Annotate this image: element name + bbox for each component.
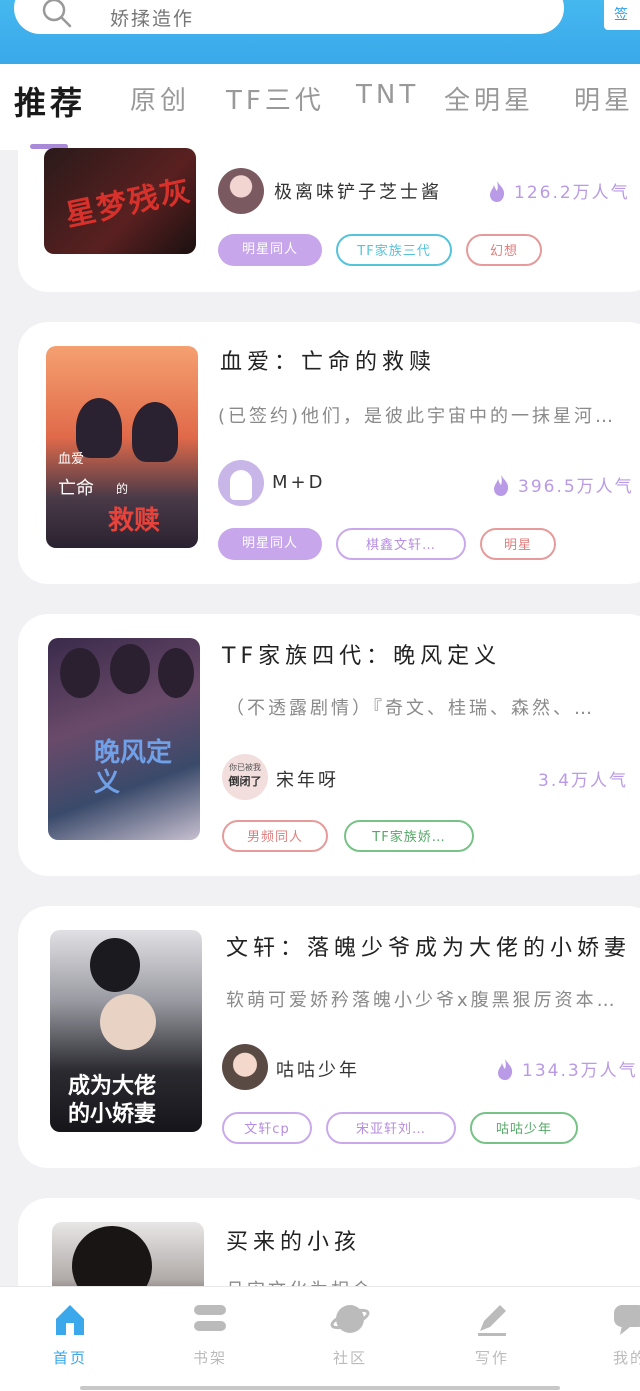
cover-figure: [100, 994, 156, 1050]
popularity: 126.2万人气: [488, 178, 630, 203]
book-card[interactable]: 血爱 亡命 的 救赎 血爱：亡命的救赎 (已签约)他们，是彼此宇宙中的一抹星河……: [18, 322, 640, 584]
book-card[interactable]: 晚风定义 TF家族四代：晚风定义 （不透露剧情）『奇文、桂瑞、森然、… 你已被我…: [18, 614, 640, 876]
popularity-value: 3.4万人气: [538, 771, 629, 791]
book-description: 软萌可爱娇矜落魄小少爷x腹黑狠厉资本…: [226, 990, 618, 1011]
cover-title: 亡命: [58, 478, 94, 499]
cover-title: 血爱: [58, 452, 85, 467]
cover-figure: [60, 648, 100, 698]
tab-all-stars[interactable]: 全明星: [444, 80, 534, 117]
top-bar: 娇揉造作 签: [0, 0, 640, 64]
book-cover: 血爱 亡命 的 救赎: [46, 346, 198, 548]
search-icon: [42, 0, 72, 28]
sign-label: 签: [614, 7, 628, 23]
cover-figure: [110, 644, 150, 694]
book-title: 文轩：落魄少爷成为大佬的小娇妻: [226, 936, 632, 961]
author-avatar: [218, 460, 264, 506]
nav-home[interactable]: 首页: [30, 1299, 110, 1368]
author-avatar: 你已被我 倒闭了: [222, 754, 268, 800]
avatar-text: 倒闭了: [228, 775, 262, 788]
tab-tnt[interactable]: TNT: [356, 80, 419, 110]
tag[interactable]: 文轩cp: [222, 1112, 312, 1144]
popularity-value: 396.5万人气: [518, 477, 634, 497]
tag[interactable]: 明星同人: [218, 528, 322, 560]
nav-label: 书架: [192, 1349, 227, 1367]
cover-figure: [158, 648, 194, 698]
cover-title: 星梦残灰: [62, 172, 195, 234]
tab-recommend[interactable]: 推荐: [14, 78, 86, 124]
tab-tf3[interactable]: TF三代: [226, 80, 325, 117]
cover-figure: [90, 938, 140, 992]
book-title: 血爱：亡命的救赎: [220, 350, 437, 375]
book-title: 买来的小孩: [226, 1230, 362, 1255]
tab-original[interactable]: 原创: [130, 80, 190, 117]
popularity: 134.3万人气: [496, 1056, 638, 1081]
author-name: 咕咕少年: [276, 1060, 360, 1081]
search-input[interactable]: 娇揉造作: [14, 0, 564, 34]
planet-icon: [330, 1305, 370, 1333]
tag[interactable]: TF家族三代: [336, 234, 452, 266]
flame-icon: [498, 1059, 513, 1080]
book-card[interactable]: 星梦残灰 极离味铲子芝士酱 126.2万人气 明星同人 TF家族三代 幻想: [18, 148, 640, 292]
cover-title: 的小娇妻: [68, 1102, 157, 1127]
author-avatar: [218, 168, 264, 214]
book-cover: 成为大佬 的小娇妻: [50, 930, 202, 1132]
nav-label: 我的: [612, 1349, 640, 1367]
book-title: TF家族四代：晚风定义: [222, 644, 502, 669]
flame-icon: [494, 475, 509, 496]
flame-icon: [490, 181, 505, 202]
nav-mine[interactable]: 我的: [590, 1299, 640, 1368]
home-icon: [56, 1305, 84, 1335]
book-cover: 星梦残灰: [44, 148, 196, 254]
book-description: (已签约)他们，是彼此宇宙中的一抹星河…: [218, 406, 617, 427]
cover-title: 晚风定义: [94, 738, 173, 798]
book-cover: 晚风定义: [48, 638, 200, 840]
chat-icon: [614, 1305, 640, 1335]
book-description: （不透露剧情）『奇文、桂瑞、森然、…: [226, 698, 595, 719]
popularity: 3.4万人气: [538, 766, 628, 791]
nav-bookshelf[interactable]: 书架: [170, 1299, 250, 1368]
ghost-icon: [230, 470, 252, 500]
cover-title: 救赎: [108, 506, 161, 536]
avatar-text: 你已被我: [229, 763, 261, 772]
sign-in-button[interactable]: 签: [604, 0, 640, 30]
author-name: 极离味铲子芝士酱: [274, 182, 442, 203]
tag[interactable]: 咕咕少年: [470, 1112, 578, 1144]
tag[interactable]: 明星同人: [218, 234, 322, 266]
pen-icon: [478, 1305, 506, 1336]
tag[interactable]: 宋亚轩刘…: [326, 1112, 456, 1144]
popularity: 396.5万人气: [492, 472, 634, 497]
author-name: M+D: [272, 472, 326, 493]
nav-label: 写作: [474, 1349, 509, 1367]
bottom-nav: 首页 书架 社区 写作 我的: [0, 1286, 640, 1391]
book-card[interactable]: 成为大佬 的小娇妻 文轩：落魄少爷成为大佬的小娇妻 软萌可爱娇矜落魄小少爷x腹黑…: [18, 906, 640, 1168]
bookshelf-icon: [194, 1305, 226, 1331]
nav-community[interactable]: 社区: [310, 1299, 390, 1368]
cover-figure: [132, 402, 178, 462]
author-avatar: [222, 1044, 268, 1090]
cover-title: 的: [116, 482, 129, 496]
category-tabs: 推荐 原创 TF三代 TNT 全明星 明星: [0, 64, 640, 150]
tag[interactable]: 幻想: [466, 234, 542, 266]
tag[interactable]: 棋鑫文轩…: [336, 528, 466, 560]
tag[interactable]: TF家族娇…: [344, 820, 474, 852]
tag[interactable]: 明星: [480, 528, 556, 560]
author-name: 宋年呀: [276, 770, 339, 791]
popularity-value: 126.2万人气: [514, 183, 630, 203]
home-indicator: [80, 1386, 560, 1390]
popularity-value: 134.3万人气: [522, 1061, 638, 1081]
tab-stars[interactable]: 明星: [574, 80, 634, 117]
search-placeholder: 娇揉造作: [110, 8, 195, 30]
tag[interactable]: 男频同人: [222, 820, 328, 852]
nav-write[interactable]: 写作: [452, 1299, 532, 1368]
nav-label: 社区: [332, 1349, 367, 1367]
nav-label: 首页: [52, 1349, 87, 1367]
